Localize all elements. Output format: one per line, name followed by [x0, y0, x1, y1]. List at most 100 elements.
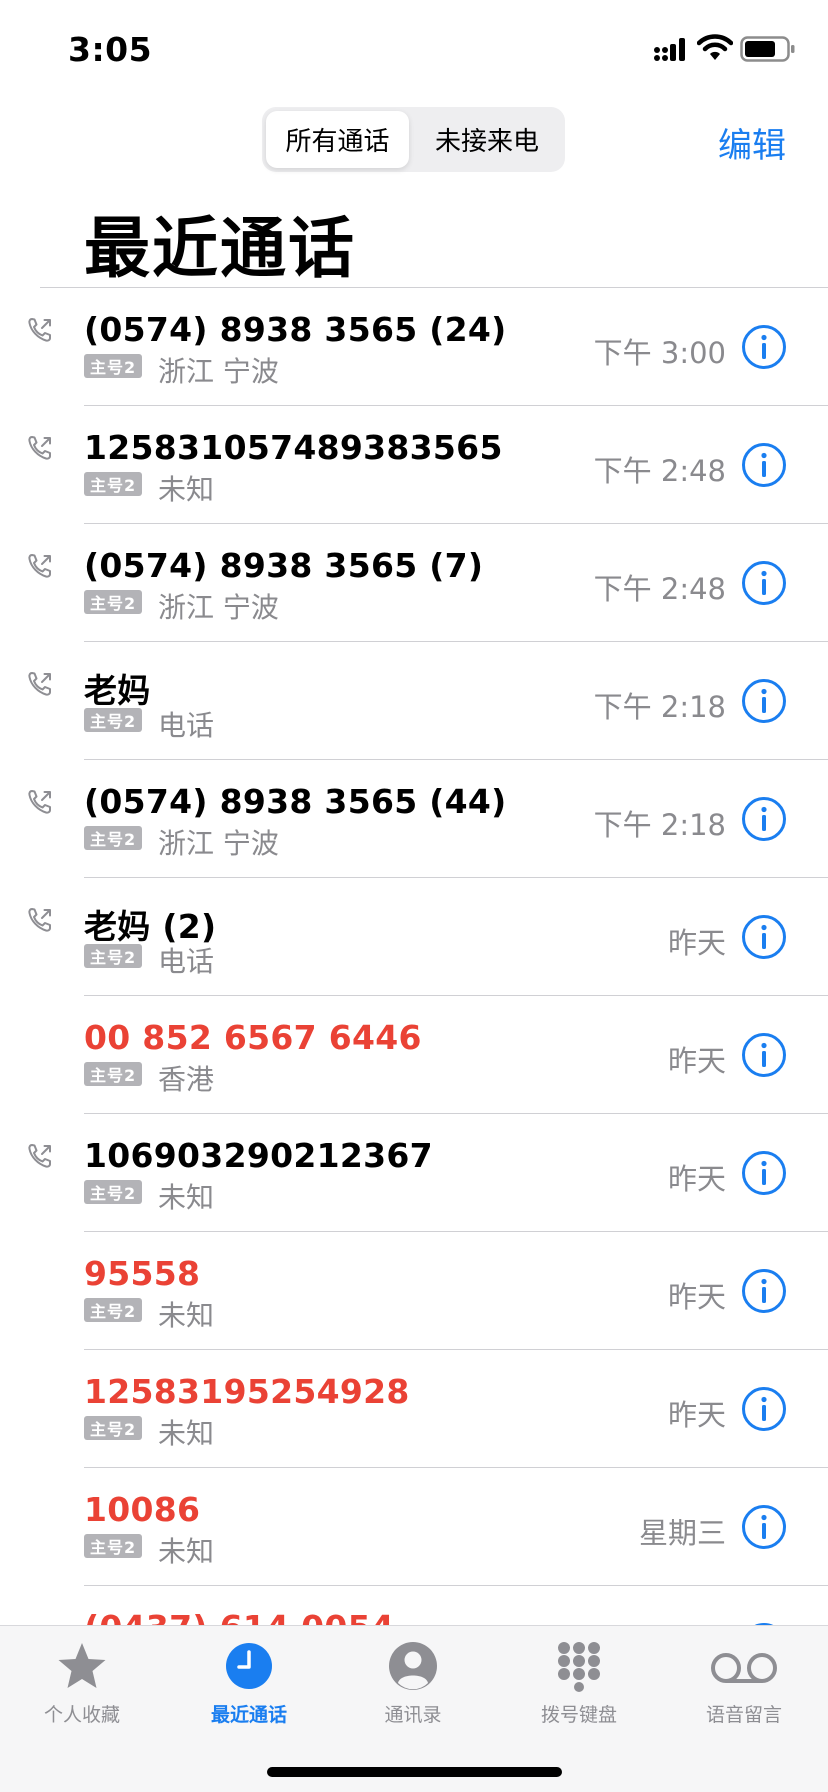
- call-row[interactable]: (0574) 8938 3565 (24) 主号2 浙江 宁波 下午 3:00: [0, 288, 828, 406]
- battery-icon: [740, 36, 795, 62]
- outgoing-call-icon: [28, 672, 51, 696]
- status-time: 3:05: [68, 30, 153, 69]
- call-row[interactable]: 老妈 主号2 电话 下午 2:18: [0, 642, 828, 760]
- call-time: 下午 2:18: [593, 808, 726, 842]
- segment-missed-calls[interactable]: 未接来电: [413, 111, 561, 168]
- line-badge: 主号2: [84, 1534, 143, 1558]
- info-icon[interactable]: [741, 1150, 787, 1196]
- call-time: 昨天: [667, 926, 726, 960]
- call-time: 下午 2:18: [593, 690, 726, 724]
- home-indicator: [267, 1767, 562, 1777]
- caller-name: (0574) 8938 3565 (44): [84, 782, 507, 821]
- voicemail-icon: [711, 1653, 777, 1683]
- info-icon[interactable]: [741, 914, 787, 960]
- info-icon[interactable]: [741, 1386, 787, 1432]
- tab-label: 最近通话: [210, 1704, 287, 1726]
- call-row[interactable]: (0574) 8938 3565 (44) 主号2 浙江 宁波 下午 2:18: [0, 760, 828, 878]
- call-time: 昨天: [667, 1280, 726, 1314]
- call-time: 星期三: [638, 1516, 726, 1550]
- call-time: 昨天: [667, 1162, 726, 1196]
- tab-keypad[interactable]: 拨号键盘: [509, 1640, 649, 1740]
- caller-name: 12583195254928: [84, 1372, 410, 1411]
- call-location: 未知: [158, 1535, 215, 1568]
- tab-favorites[interactable]: 个人收藏: [12, 1640, 152, 1740]
- tab-recents[interactable]: 最近通话: [179, 1640, 319, 1740]
- call-location: 浙江 宁波: [158, 591, 279, 624]
- call-row[interactable]: 106903290212367 主号2 未知 昨天: [0, 1114, 828, 1232]
- call-location: 香港: [158, 1063, 215, 1096]
- filter-segmented-control: 所有通话 未接来电: [262, 107, 565, 172]
- call-time: 下午 2:48: [593, 572, 726, 606]
- call-time: 昨天: [667, 1398, 726, 1432]
- outgoing-call-icon: [28, 908, 51, 932]
- line-badge: 主号2: [84, 1416, 143, 1440]
- outgoing-call-icon: [28, 554, 51, 578]
- info-icon[interactable]: [741, 442, 787, 488]
- call-location: 未知: [158, 1417, 215, 1450]
- tab-voicemail[interactable]: 语音留言: [674, 1640, 814, 1740]
- call-row[interactable]: 老妈 (2) 主号2 电话 昨天: [0, 878, 828, 996]
- call-location: 浙江 宁波: [158, 827, 279, 860]
- caller-name: 106903290212367: [84, 1136, 433, 1175]
- page-title: 最近通话: [84, 210, 356, 287]
- tab-contacts[interactable]: 通讯录: [343, 1640, 483, 1740]
- info-icon[interactable]: [741, 796, 787, 842]
- edit-button[interactable]: 编辑: [718, 118, 786, 167]
- call-location: 浙江 宁波: [158, 355, 279, 388]
- line-badge: 主号2: [84, 590, 143, 614]
- call-row[interactable]: 12583105748938​3565 主号2 未知 下午 2:48: [0, 406, 828, 524]
- call-row[interactable]: 00 852 6567 6446 主号2 香港 昨天: [0, 996, 828, 1114]
- outgoing-call-icon: [28, 318, 51, 342]
- tab-label: 语音留言: [705, 1704, 782, 1726]
- call-time: 下午 2:48: [593, 454, 726, 488]
- caller-name: (0574) 8938 3565 (24): [84, 310, 507, 349]
- wifi-icon: [697, 34, 733, 60]
- caller-name: 老妈: [84, 671, 151, 710]
- call-location: 未知: [158, 473, 215, 506]
- line-badge: 主号2: [84, 1298, 143, 1322]
- caller-name: (0437) 614 0054: [84, 1608, 394, 1625]
- call-row[interactable]: (0437) 614 0054: [0, 1586, 828, 1625]
- person-icon: [389, 1642, 437, 1690]
- call-row[interactable]: 95558 主号2 未知 昨天: [0, 1232, 828, 1350]
- keypad-icon: [558, 1642, 600, 1692]
- info-icon[interactable]: [741, 678, 787, 724]
- call-time: 下午 3:00: [593, 336, 726, 370]
- tab-label: 通讯录: [384, 1704, 442, 1726]
- tab-label: 拨号键盘: [540, 1704, 617, 1726]
- line-badge: 主号2: [84, 354, 143, 378]
- info-icon[interactable]: [741, 560, 787, 606]
- call-location: 电话: [158, 945, 215, 978]
- call-location: 未知: [158, 1181, 215, 1214]
- segment-all-calls[interactable]: 所有通话: [266, 111, 409, 168]
- line-badge: 主号2: [84, 1180, 143, 1204]
- call-row[interactable]: (0574) 8938 3565 (7) 主号2 浙江 宁波 下午 2:48: [0, 524, 828, 642]
- star-icon: [58, 1643, 106, 1688]
- tab-label: 个人收藏: [43, 1704, 120, 1726]
- call-location: 未知: [158, 1299, 215, 1332]
- clock-icon: [226, 1643, 272, 1689]
- info-icon[interactable]: [741, 1032, 787, 1078]
- recent-calls-list: (0574) 8938 3565 (24) 主号2 浙江 宁波 下午 3:00 1258…: [0, 288, 828, 1625]
- cellular-signal-icon: [654, 38, 685, 61]
- line-badge: 主号2: [84, 826, 143, 850]
- call-row[interactable]: 10086 主号2 未知 星期三: [0, 1468, 828, 1586]
- outgoing-call-icon: [28, 436, 51, 460]
- caller-name: (0574) 8938 3565 (7): [84, 546, 484, 585]
- info-icon[interactable]: [741, 1504, 787, 1550]
- line-badge: 主号2: [84, 708, 143, 732]
- info-icon[interactable]: [741, 1268, 787, 1314]
- line-badge: 主号2: [84, 944, 143, 968]
- info-icon[interactable]: [741, 324, 787, 370]
- status-bar: 3:05: [0, 0, 828, 100]
- caller-name: 12583105748938​3565: [84, 428, 503, 467]
- line-badge: 主号2: [84, 1062, 143, 1086]
- caller-name: 10086: [84, 1490, 201, 1529]
- caller-name: 00 852 6567 6446: [84, 1018, 422, 1057]
- caller-name: 95558: [84, 1254, 201, 1293]
- call-time: 昨天: [667, 1044, 726, 1078]
- line-badge: 主号2: [84, 472, 143, 496]
- call-row[interactable]: 12583195254928 主号2 未知 昨天: [0, 1350, 828, 1468]
- outgoing-call-icon: [28, 1144, 51, 1168]
- outgoing-call-icon: [28, 790, 51, 814]
